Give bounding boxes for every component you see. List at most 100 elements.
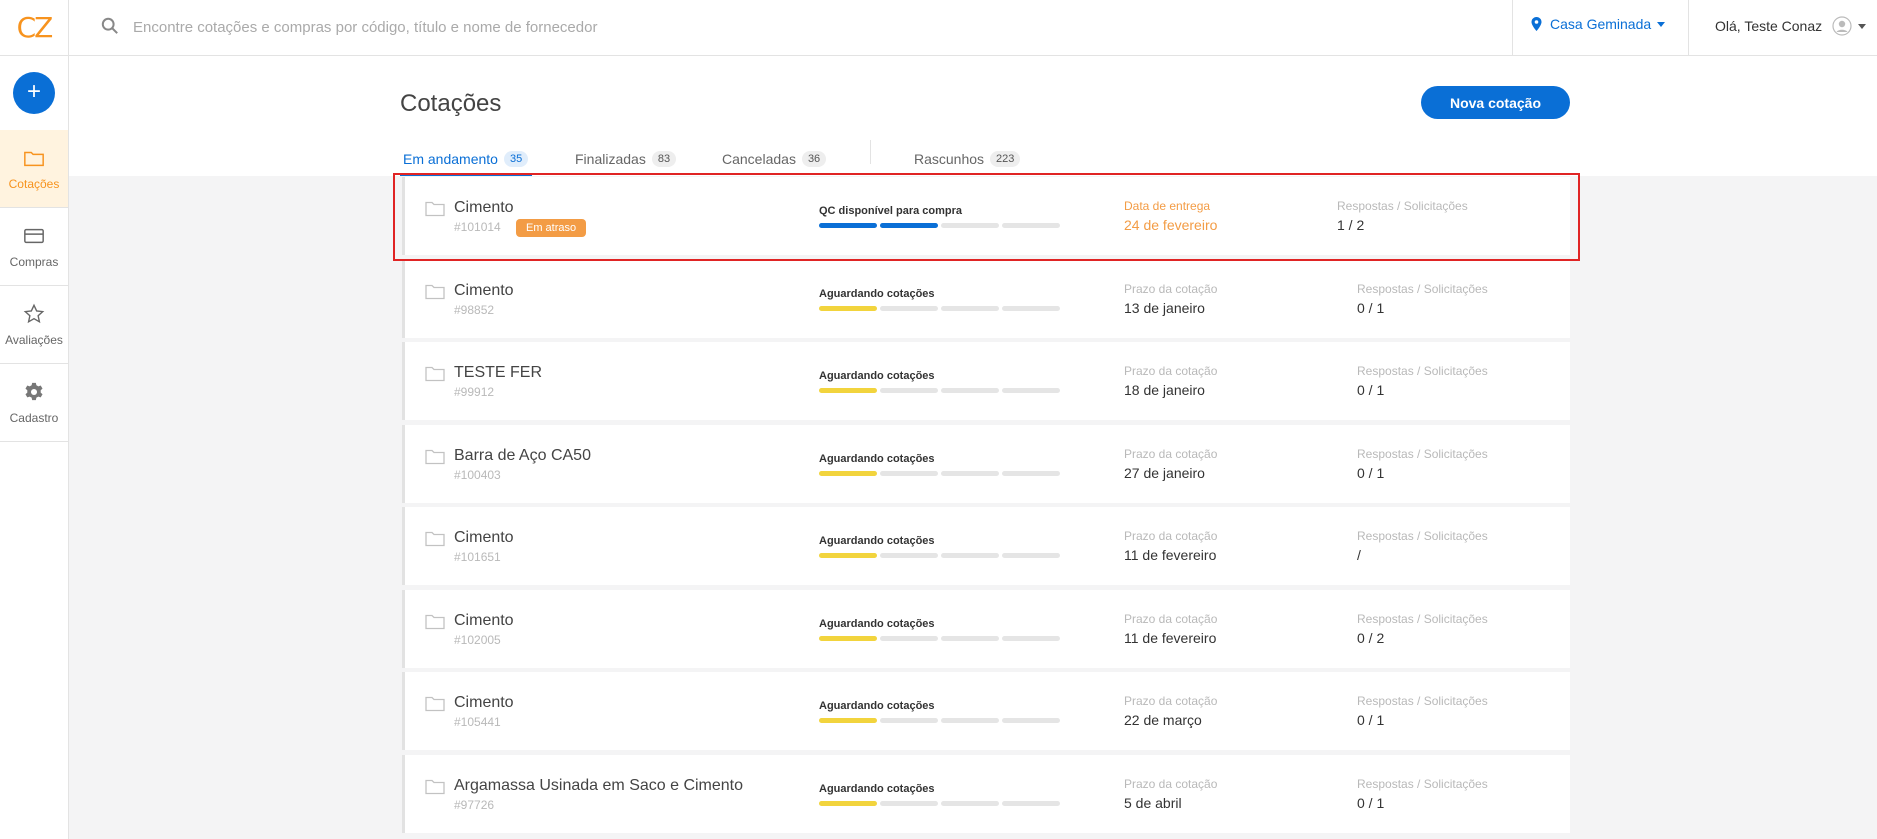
quote-status: QC disponível para compra <box>819 205 963 217</box>
active-tab-indicator <box>400 173 532 176</box>
responses-value: 0 / 1 <box>1357 465 1385 481</box>
progress-step <box>880 636 938 641</box>
sidebar-item-avaliacoes[interactable]: Avaliações <box>0 286 68 364</box>
progress-step <box>1002 223 1060 228</box>
quote-title: Cimento <box>454 199 514 216</box>
quote-row[interactable]: TESTE FER #99912 Aguardando cotações Pra… <box>402 342 1570 420</box>
quote-row[interactable]: Cimento #102005 Aguardando cotações Praz… <box>402 590 1570 668</box>
search-icon <box>101 17 118 34</box>
quote-row[interactable]: Cimento #105441 Aguardando cotações Praz… <box>402 672 1570 750</box>
quote-row[interactable]: Cimento #101651 Aguardando cotações Praz… <box>402 507 1570 585</box>
date-label: Prazo da cotação <box>1124 529 1218 543</box>
folder-icon <box>425 284 445 300</box>
quote-title: Barra de Aço CA50 <box>454 447 591 464</box>
progress-step <box>880 306 938 311</box>
progress-step <box>819 718 877 723</box>
quote-row[interactable]: Cimento #98852 Aguardando cotações Prazo… <box>402 260 1570 338</box>
progress-step <box>1002 718 1060 723</box>
quote-id: #105441 <box>454 715 501 729</box>
progress-bar <box>819 223 1063 228</box>
date-value: 5 de abril <box>1124 795 1182 811</box>
tab-label: Finalizadas <box>575 151 646 167</box>
tab-rascunhos[interactable]: Rascunhos 223 <box>914 143 1021 175</box>
progress-bar <box>819 306 1063 311</box>
responses-value: 0 / 2 <box>1357 630 1385 646</box>
progress-step <box>941 306 999 311</box>
progress-step <box>819 388 877 393</box>
sidebar-item-compras[interactable]: Compras <box>0 208 68 286</box>
tab-finalizadas[interactable]: Finalizadas 83 <box>575 143 677 175</box>
responses-value: 0 / 1 <box>1357 795 1385 811</box>
sidebar-item-cotacoes[interactable]: Cotações <box>0 130 68 208</box>
folder-icon <box>425 449 445 465</box>
tab-canceladas[interactable]: Canceladas 36 <box>722 143 827 175</box>
folder-icon <box>425 696 445 712</box>
progress-step <box>819 801 877 806</box>
quote-row[interactable]: Argamassa Usinada em Saco e Cimento #977… <box>402 755 1570 833</box>
quote-row[interactable]: Cimento #101014 Em atraso QC disponível … <box>402 177 1570 255</box>
progress-bar <box>819 718 1063 723</box>
quote-status: Aguardando cotações <box>819 453 935 465</box>
progress-step <box>1002 553 1060 558</box>
date-value: 27 de janeiro <box>1124 465 1205 481</box>
sidebar: CZ + Cotações Compras Avaliações Cadastr… <box>0 0 69 839</box>
page-title: Cotações <box>400 90 502 117</box>
progress-step <box>1002 306 1060 311</box>
progress-bar <box>819 801 1063 806</box>
add-button[interactable]: + <box>13 72 55 114</box>
quote-id: #101651 <box>454 550 501 564</box>
quote-title: Cimento <box>454 694 514 711</box>
responses-value: 1 / 2 <box>1337 217 1365 233</box>
tab-divider <box>870 140 871 164</box>
quote-title: Argamassa Usinada em Saco e Cimento <box>454 777 744 794</box>
add-wrap: + <box>0 56 68 130</box>
quote-title: Cimento <box>454 282 514 299</box>
search-input[interactable] <box>133 14 933 40</box>
quote-id: #100403 <box>454 468 501 482</box>
quote-row[interactable]: Barra de Aço CA50 #100403 Aguardando cot… <box>402 425 1570 503</box>
sidebar-item-cadastro[interactable]: Cadastro <box>0 364 68 442</box>
tab-count: 83 <box>651 151 677 167</box>
progress-step <box>941 636 999 641</box>
divider <box>1688 0 1689 56</box>
responses-label: Respostas / Solicitações <box>1357 612 1488 626</box>
chevron-down-icon <box>1657 21 1666 27</box>
tab-count: 36 <box>801 151 827 167</box>
progress-step <box>941 553 999 558</box>
location-selector[interactable]: Casa Geminada <box>1531 16 1666 32</box>
tab-label: Em andamento <box>403 151 498 167</box>
progress-bar <box>819 471 1063 476</box>
responses-label: Respostas / Solicitações <box>1357 282 1488 296</box>
date-label: Prazo da cotação <box>1124 777 1218 791</box>
tab-em-andamento[interactable]: Em andamento 35 <box>403 143 529 175</box>
quote-id: #102005 <box>454 633 501 647</box>
responses-value: 0 / 1 <box>1357 300 1385 316</box>
user-menu[interactable]: Olá, Teste Conaz <box>1715 16 1867 36</box>
quote-id: #97726 <box>454 798 495 812</box>
top-bar: Casa Geminada Olá, Teste Conaz <box>69 0 1877 56</box>
progress-step <box>819 306 877 311</box>
quote-status: Aguardando cotações <box>819 370 935 382</box>
progress-step <box>880 553 938 558</box>
responses-value: 0 / 1 <box>1357 382 1385 398</box>
responses-label: Respostas / Solicitações <box>1357 364 1488 378</box>
progress-step <box>819 636 877 641</box>
folder-icon <box>425 779 445 795</box>
progress-bar <box>819 553 1063 558</box>
progress-step <box>880 471 938 476</box>
date-label: Prazo da cotação <box>1124 694 1218 708</box>
responses-label: Respostas / Solicitações <box>1357 447 1488 461</box>
progress-bar <box>819 636 1063 641</box>
quote-title: Cimento <box>454 612 514 629</box>
avatar-icon <box>1832 16 1852 36</box>
logo[interactable]: CZ <box>0 0 68 56</box>
progress-bar <box>819 388 1063 393</box>
progress-step <box>941 801 999 806</box>
logo-text: CZ <box>16 11 54 44</box>
sidebar-item-label: Cotações <box>8 176 60 191</box>
new-quote-button[interactable]: Nova cotação <box>1421 86 1570 119</box>
quote-status: Aguardando cotações <box>819 288 935 300</box>
quote-status: Aguardando cotações <box>819 700 935 712</box>
date-value: 18 de janeiro <box>1124 382 1205 398</box>
quote-status: Aguardando cotações <box>819 783 935 795</box>
